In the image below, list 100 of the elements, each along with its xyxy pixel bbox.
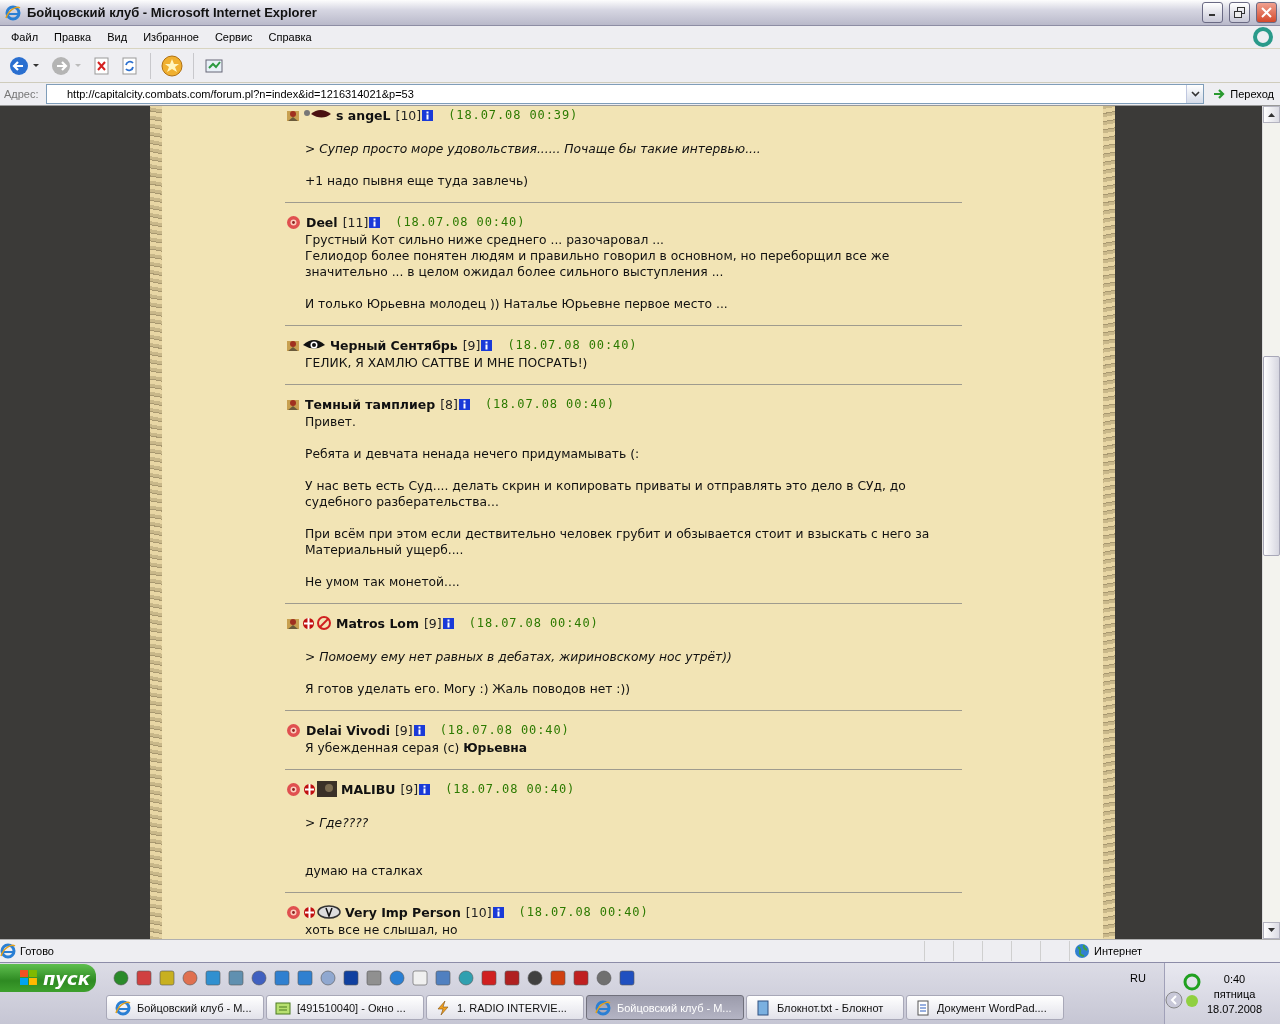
scroll-down-icon[interactable]	[1268, 928, 1275, 933]
post-time: (18.07.08 00:40)	[507, 338, 638, 352]
arrow-right-icon	[1212, 87, 1227, 101]
info-icon[interactable]	[458, 398, 470, 410]
post-text: Гелиодор более понятен людям и правильно говорил в основном, но переборщил все же значительно ... в целом ожидал более сильного выступления ...	[305, 248, 891, 280]
menu-item[interactable]: Справка	[260, 31, 320, 43]
start-button[interactable]: пуск	[0, 964, 96, 992]
author-level: [9]	[462, 337, 481, 353]
quick-launch-icon[interactable]	[549, 969, 567, 987]
favorites-button[interactable]	[159, 52, 185, 79]
restore-icon	[1234, 7, 1245, 18]
info-icon[interactable]	[481, 339, 493, 351]
info-icon[interactable]	[492, 906, 504, 918]
scroll-up-icon[interactable]	[1268, 112, 1275, 117]
quick-launch-icon[interactable]	[273, 969, 291, 987]
author-level: [9]	[424, 615, 442, 631]
minimize-button[interactable]	[1202, 2, 1223, 23]
close-button[interactable]	[1256, 2, 1277, 23]
taskbar-button[interactable]: Блокнот.txt - Блокнот	[746, 995, 904, 1020]
post-text: думаю на сталках	[305, 863, 424, 879]
oval-emblem-icon	[317, 905, 341, 919]
notepad-icon	[755, 999, 771, 1016]
post-text: У нас веть есть Суд.... делать скрин и копировать приваты и отправлять это дело в СУд, до судебного разберательства...	[305, 478, 907, 510]
taskbar-button[interactable]: Документ WordPad....	[906, 995, 1064, 1020]
author-name[interactable]: Very Imp Person	[345, 904, 461, 920]
info-icon[interactable]	[413, 724, 425, 736]
author-name[interactable]: Темный тамплиер	[305, 396, 436, 412]
quick-launch-icon[interactable]	[250, 969, 268, 987]
post-time: (18.07.08 00:40)	[518, 905, 649, 919]
menu-item[interactable]: Сервис	[206, 31, 261, 43]
post-text: Не умом так монетой....	[305, 574, 461, 590]
document-icon	[915, 999, 931, 1016]
info-icon[interactable]	[442, 617, 454, 629]
author-name[interactable]: Черный Сентябрь	[330, 337, 458, 353]
address-dropdown-button[interactable]	[1186, 85, 1204, 103]
quick-launch-icon[interactable]	[388, 969, 406, 987]
quick-launch-icon[interactable]	[618, 969, 636, 987]
cross-emblem-icon	[302, 615, 315, 631]
quick-launch-icon[interactable]	[526, 969, 544, 987]
address-label: Адрес:	[4, 88, 40, 100]
go-button[interactable]: Переход	[1208, 84, 1278, 104]
menu-item[interactable]: Правка	[46, 31, 100, 43]
scrollbar[interactable]	[1262, 106, 1280, 939]
info-icon[interactable]	[419, 783, 431, 795]
address-field[interactable]: http://capitalcity.combats.com/forum.pl?n=index&id=1216314021&p=53	[46, 84, 1205, 104]
quick-launch-icon[interactable]	[296, 969, 314, 987]
author-level: [10]	[395, 107, 422, 123]
clock-day: пятница	[1213, 987, 1256, 1000]
scroll-thumb[interactable]	[1263, 356, 1280, 556]
globe-icon	[1074, 943, 1090, 959]
author-level: [9]	[394, 722, 413, 738]
quick-launch-icon[interactable]	[503, 969, 521, 987]
quick-launch-icon[interactable]	[595, 969, 613, 987]
menu-item[interactable]: Избранное	[135, 31, 207, 43]
zone-text: Интернет	[1094, 945, 1142, 957]
language-indicator[interactable]: RU	[1130, 972, 1146, 984]
info-icon[interactable]	[422, 109, 434, 121]
quick-launch-icon[interactable]	[342, 969, 360, 987]
quick-launch-icon[interactable]	[572, 969, 590, 987]
author-name[interactable]: Delai Vivodi	[306, 722, 390, 738]
post-text: Ребята и девчата ненада нечего придумамывать (:	[305, 446, 641, 462]
menu-item[interactable]: Файл	[3, 31, 47, 43]
page-icon	[0, 943, 16, 959]
cross-emblem-icon	[303, 904, 316, 920]
quick-launch-icon[interactable]	[480, 969, 498, 987]
post-text: хоть все не слышал, но	[305, 922, 459, 938]
taskbar-button[interactable]: Бойцовский клуб - М...	[106, 995, 264, 1020]
prohibition-icon	[316, 615, 332, 631]
quick-launch-icon[interactable]	[434, 969, 452, 987]
post-text: Привет.	[305, 414, 357, 430]
post-text: +1 надо пывня еще туда завлечь)	[305, 173, 529, 189]
menu-item[interactable]: Вид	[99, 31, 136, 43]
quoted-text: > Помоему ему нет равных в дебатах, жириновскому нос утрёт))	[305, 649, 733, 665]
close-icon	[1261, 7, 1272, 18]
post-time: (18.07.08 00:40)	[395, 215, 526, 229]
post-text: Я убежденная серая (с) Юрьевна	[305, 740, 529, 756]
flower-emblem-icon	[285, 904, 302, 920]
author-name[interactable]: Deel	[306, 214, 338, 230]
quoted-text: > Где????	[305, 815, 370, 831]
ring-logo-icon	[1252, 26, 1274, 48]
author-level: [9]	[400, 781, 419, 797]
chat-window-icon	[275, 999, 291, 1016]
quick-launch-icon[interactable]	[135, 969, 153, 987]
taskbar-button[interactable]: 1. RADIO INTERVIE...	[426, 995, 584, 1020]
post-time: (18.07.08 00:39)	[448, 108, 579, 122]
quick-launch-icon[interactable]	[112, 969, 130, 987]
quoted-text: > Супер просто море удовольствия...... Почаще бы такие интервью....	[305, 141, 762, 157]
author-name[interactable]: s angeL	[336, 107, 391, 123]
info-icon[interactable]	[369, 216, 381, 228]
chevron-down-icon	[1190, 91, 1200, 97]
taskbar-button[interactable]: [491510040] - Окно ...	[266, 995, 424, 1020]
restore-button[interactable]	[1229, 2, 1250, 23]
status-text: Готово	[20, 945, 55, 957]
quick-launch-icon[interactable]	[204, 969, 222, 987]
post-time: (18.07.08 00:40)	[445, 782, 576, 796]
flower-emblem-icon	[285, 781, 302, 797]
lightning-icon	[435, 999, 451, 1016]
author-name[interactable]: MALIBU	[341, 781, 396, 797]
post-text: Грустный Кот сильно ниже среднего ... разочаровал ...	[305, 232, 665, 248]
author-name[interactable]: Matros Lom	[336, 615, 419, 631]
